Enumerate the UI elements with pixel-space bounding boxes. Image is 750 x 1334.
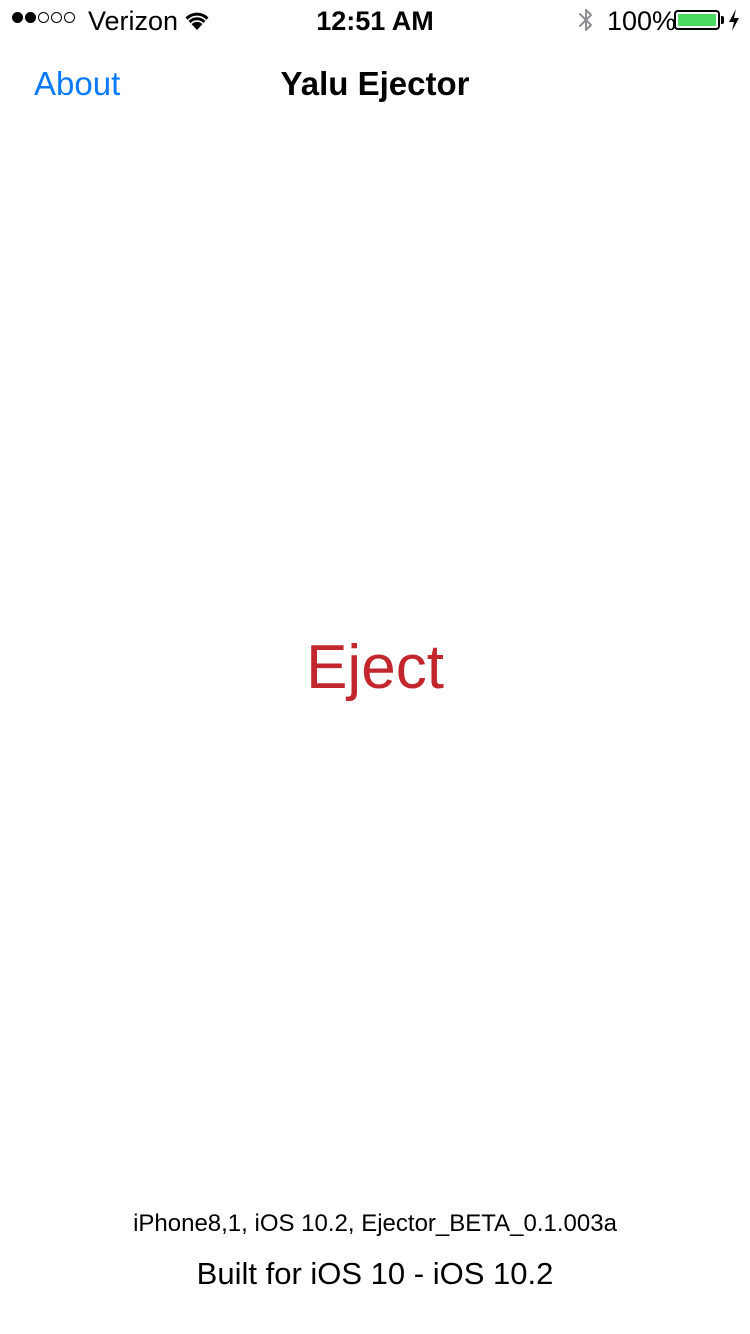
eject-button[interactable]: Eject — [0, 630, 750, 706]
battery-cap — [721, 16, 724, 24]
compatibility-text: Built for iOS 10 - iOS 10.2 — [196, 1256, 554, 1291]
navigation-bar: About Yalu Ejector — [0, 40, 750, 128]
battery-icon — [674, 10, 720, 30]
device-info-text: iPhone8,1, iOS 10.2, Ejector_BETA_0.1.00… — [133, 1210, 617, 1237]
status-bar: Verizon 12:51 AM 100% — [0, 0, 750, 40]
charging-bolt-icon — [729, 9, 739, 31]
page-title: Yalu Ejector — [280, 65, 470, 102]
bluetooth-icon — [579, 9, 592, 31]
battery-level-fill — [678, 14, 716, 26]
battery-percentage: 100% — [607, 6, 677, 36]
